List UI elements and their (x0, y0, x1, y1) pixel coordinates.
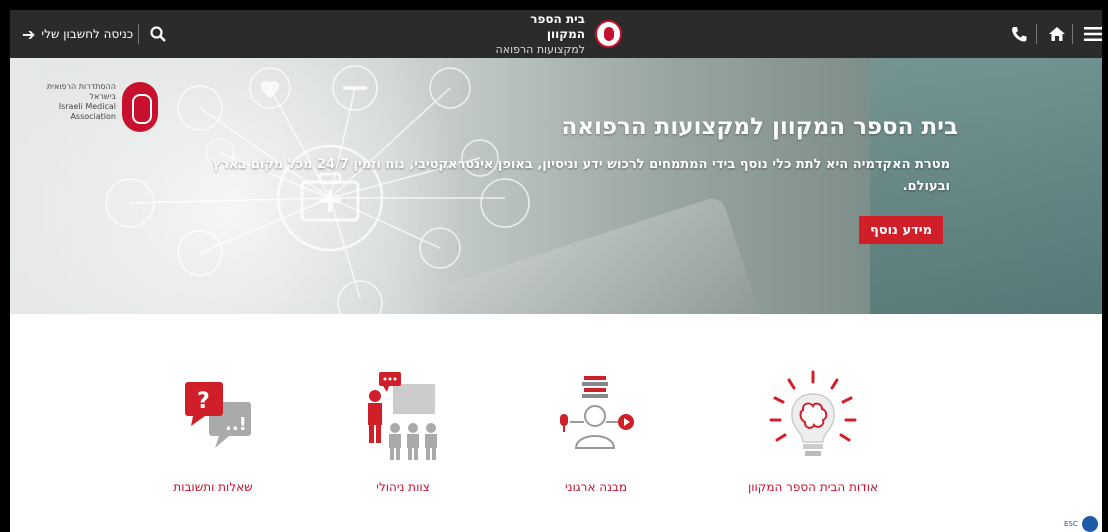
feature-management-team[interactable]: צוות ניהולי (308, 368, 498, 494)
window-frame-top (0, 0, 1108, 10)
phone-icon[interactable] (1010, 10, 1028, 58)
lightbulb-brain-icon (763, 368, 863, 468)
window-frame-right (1102, 0, 1108, 532)
home-icon[interactable] (1048, 10, 1066, 58)
site-logo[interactable]: בית הספר המקוון למקצועות הרפואה (492, 10, 622, 58)
divider (1072, 24, 1073, 44)
feature-org-structure[interactable]: מבנה ארגוני (501, 368, 691, 494)
logo-subtitle: למקצועות הרפואה (495, 42, 585, 56)
hero-title: בית הספר המקוון למקצועות הרפואה (561, 114, 958, 140)
feature-label: שאלות ותשובות (173, 480, 253, 494)
svg-text:?: ? (197, 389, 210, 414)
feature-faq[interactable]: ..! ? שאלות ותשובות (118, 368, 308, 494)
divider (138, 24, 139, 44)
logo-emblem-icon (595, 20, 622, 48)
feature-about[interactable]: אודות הבית הספר המקוון (718, 368, 908, 494)
ima-name-hebrew: ההסתדרות הרפואית בישראל (46, 82, 116, 101)
more-info-button[interactable]: מידע נוסף (859, 216, 943, 244)
login-label: כניסה לחשבון שלי (41, 27, 134, 41)
org-structure-icon (546, 368, 646, 468)
ima-name-english-1: Israeli Medical (58, 102, 116, 111)
hamburger-menu-icon[interactable] (1084, 10, 1102, 58)
questions-answers-icon: ..! ? (163, 368, 263, 468)
svg-text:..!: ..! (225, 414, 247, 435)
ima-name-english-2: Association (70, 112, 116, 121)
sign-in-icon: ➔ (22, 24, 36, 44)
search-icon[interactable] (150, 10, 166, 58)
management-team-icon (353, 368, 453, 468)
ima-logo-text: ההסתדרות הרפואית בישראל Israeli Medical … (34, 82, 116, 122)
login-link[interactable]: כניסה לחשבון שלי ➔ (22, 10, 133, 58)
accessibility-icon[interactable] (1082, 516, 1098, 532)
hero-description: מטרת האקדמיה היא לתת כלי נוסף בידי המתמח… (212, 157, 950, 194)
feature-label: מבנה ארגוני (564, 480, 628, 494)
top-navigation-bar: כניסה לחשבון שלי ➔ בית הספר המקוון למקצו… (10, 10, 1102, 58)
ima-emblem-icon (122, 82, 158, 132)
logo-title: בית הספר המקוון (530, 11, 585, 41)
hero-banner: ההסתדרות הרפואית בישראל Israeli Medical … (10, 58, 1102, 314)
divider (1036, 24, 1037, 44)
israeli-medical-association-logo: ההסתדרות הרפואית בישראל Israeli Medical … (34, 82, 160, 134)
feature-label: צוות ניהולי (376, 480, 430, 494)
logo-text: בית הספר המקוון למקצועות הרפואה (492, 12, 585, 57)
feature-label: אודות הבית הספר המקוון (748, 480, 878, 494)
esc-label[interactable]: ESC (1064, 520, 1078, 528)
window-frame-left (0, 0, 10, 532)
